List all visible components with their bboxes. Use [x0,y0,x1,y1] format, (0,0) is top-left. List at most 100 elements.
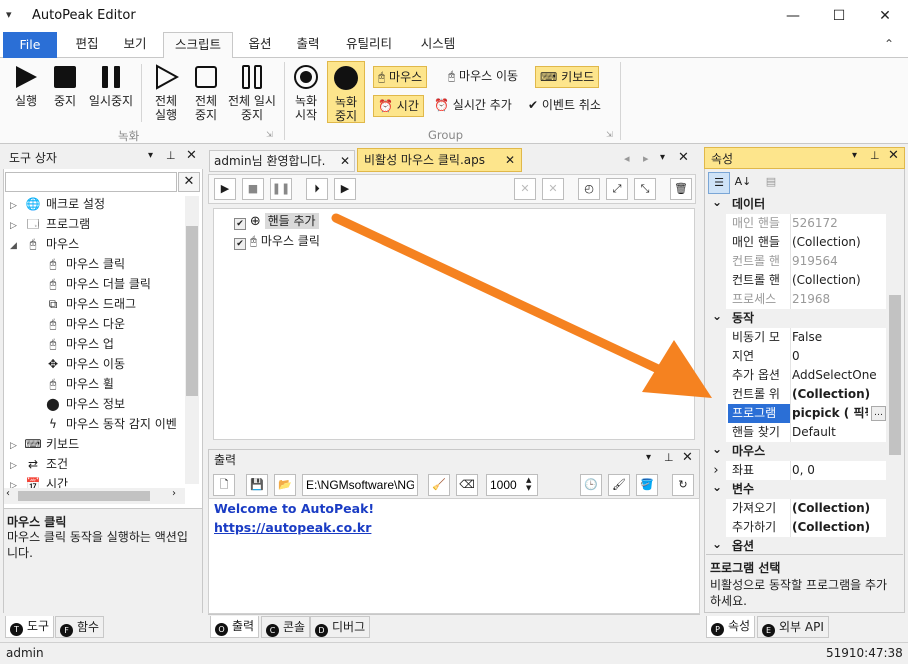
property-value[interactable]: 919564 [792,252,886,271]
editor-pause-icon[interactable]: ❚❚ [270,178,292,200]
run-button[interactable]: 실행 [8,64,44,108]
output-path-input[interactable] [302,474,418,496]
close-button[interactable]: ✕ [862,0,908,32]
toolbox-item[interactable]: 🖰 마우스 업 [44,334,114,354]
eraser-icon[interactable]: ⌫ [456,474,478,496]
property-value[interactable]: 0 [792,347,886,366]
trash-icon[interactable]: 🗑 [670,178,692,200]
categorized-icon[interactable]: ☰ [708,172,730,194]
property-value[interactable]: (Collection) [792,499,886,518]
category-collapse-icon[interactable]: ⌄ [712,195,722,212]
pin-icon[interactable]: ⊥ [166,149,176,162]
clear-search-icon[interactable]: ✕ [178,172,200,192]
property-row[interactable]: 컨트롤 위 (Collection) [706,385,886,404]
category-collapse-icon[interactable]: ⌄ [712,307,722,326]
doc-tab-close-icon[interactable]: ✕ [340,151,350,171]
save-icon[interactable]: 💾 [246,474,268,496]
toolbox-vscrollbar[interactable] [185,196,199,484]
editor-stop-icon[interactable]: ■ [242,178,264,200]
script-item-mouse-click[interactable]: ✔ 🖰 마우스 클릭 [234,232,320,251]
toolbox-item[interactable]: ▷ 📅 시간 [10,474,68,488]
toolbox-hscrollbar[interactable]: ‹ › [4,488,185,504]
group-launcher-icon[interactable]: ⇲ [266,130,273,139]
property-category[interactable]: ⌄ 변수 [706,480,886,499]
record-start-button[interactable]: 녹화 시작 [288,64,324,122]
tab-view[interactable]: 보기 [112,32,158,58]
toolbox-item[interactable]: ⬤ 마우스 정보 [44,394,125,414]
group-launcher-icon-2[interactable]: ⇲ [606,130,613,139]
collapse-arrow-icon[interactable]: ◢ [10,236,24,256]
maximize-button[interactable]: ☐ [816,0,862,32]
script-item-add-handle[interactable]: ✔ ⊕ 핸들 추가 [234,212,319,231]
toolbox-item[interactable]: ⧉ 마우스 드래그 [44,294,136,314]
pause-all-button[interactable]: 전체 일시중지 [226,64,278,122]
stop-button[interactable]: 중지 [48,64,82,108]
tab-debug[interactable]: D 디버그 [310,616,371,638]
expand-arrow-icon[interactable]: ▷ [10,196,24,216]
property-pages-icon[interactable]: ▤ [760,172,782,194]
toolbox-item[interactable]: 🖰 마우스 다운 [44,314,125,334]
checkbox-icon[interactable]: ✔ [234,238,246,250]
expand-arrow-icon[interactable]: ▷ [10,456,24,476]
clock-icon[interactable]: 🕒 [580,474,602,496]
keyboard-record-toggle[interactable]: ⌨ 키보드 [535,66,600,88]
properties-close-icon[interactable]: ✕ [888,148,899,163]
property-row[interactable]: 추가하기 (Collection) [706,518,886,537]
toolbox-item[interactable]: ▷ 🗔 프로그램 [10,214,90,234]
tab-scroll-right-icon[interactable]: ▸ [643,152,649,165]
system-menu-icon[interactable]: ▾ [6,8,18,21]
doc-tab-welcome[interactable]: admin님 환영합니다. ✕ [209,150,355,172]
toolbox-item[interactable]: 🖰 마우스 휠 [44,374,114,394]
doc-tab-active-close-icon[interactable]: ✕ [505,149,515,171]
toolbox-item[interactable]: ✥ 마우스 이동 [44,354,125,374]
toolbox-item[interactable]: ▷ ⌨ 키보드 [10,434,79,454]
collapse-ribbon-icon[interactable]: ⌃ [884,37,894,51]
tab-output[interactable]: 출력 [286,32,330,58]
property-row[interactable]: 추가 옵션 AddSelectOne [706,366,886,385]
properties-vscrollbar[interactable] [888,195,902,552]
property-row[interactable]: 컨트롤 핸 919564 [706,252,886,271]
tab-utility[interactable]: 유틸리티 [336,32,402,58]
stepper-arrows-icon[interactable]: ▲ ▼ [526,476,531,492]
property-row[interactable]: 매인 핸들 (Collection) [706,233,886,252]
editor-run-icon[interactable]: ▶ [214,178,236,200]
property-category[interactable]: ⌄ 데이터 [706,195,886,214]
run-all-button[interactable]: 전체 실행 [146,64,186,122]
time-record-toggle[interactable]: ⏰ 시간 [373,95,424,117]
tab-output-panel[interactable]: O 출력 [210,616,260,638]
tab-scroll-left-icon[interactable]: ◂ [624,152,630,165]
properties-pin-icon[interactable]: ⊥ [870,149,880,162]
mouse-record-toggle[interactable]: 🖰 마우스 [373,66,428,88]
stop-all-button[interactable]: 전체 중지 [186,64,226,122]
event-cancel-toggle[interactable]: ✔ 이벤트 취소 [524,95,605,117]
property-value[interactable]: Default [792,423,886,442]
property-value[interactable]: 526172 [792,214,886,233]
editor-step-icon[interactable]: ⏵ [306,178,328,200]
toolbox-item[interactable]: 🖰 마우스 더블 클릭 [44,274,151,294]
editor-close-icon[interactable]: ✕ [678,150,689,165]
toolbox-item[interactable]: ◢ 🖰 마우스 [10,234,79,254]
scroll-right-icon[interactable]: › [172,488,176,499]
expand-arrow-icon[interactable]: ▷ [10,216,24,236]
properties-scroll-thumb[interactable] [889,295,901,455]
output-pin-icon[interactable]: ⊥ [664,451,674,464]
editor-reset-icon[interactable]: ◴ [578,178,600,200]
properties-dropdown-icon[interactable]: ▾ [852,150,857,161]
tab-edit[interactable]: 편집 [64,32,110,58]
expand-icon[interactable]: ⤢ [606,178,628,200]
tab-properties[interactable]: P 속성 [706,616,756,638]
tab-file[interactable]: File [3,32,57,58]
editor-step-run-icon[interactable]: ▶ [334,178,356,200]
tab-console[interactable]: C 콘솔 [261,616,311,638]
panel-dropdown-icon[interactable]: ▾ [148,150,153,161]
property-value[interactable]: 0, 0 [792,461,886,480]
output-link[interactable]: https://autopeak.co.kr [214,520,371,535]
property-row[interactable]: 비동기 모 False [706,328,886,347]
output-dropdown-icon[interactable]: ▾ [646,452,651,463]
ellipsis-button[interactable]: … [871,406,886,421]
property-value[interactable]: (Collection) [792,233,886,252]
toolbox-search-input[interactable] [5,172,177,192]
property-row[interactable]: 프로그램 picpick ( 픽픽… [706,404,886,423]
property-row[interactable]: 매인 핸들 526172 [706,214,886,233]
scroll-thumb[interactable] [186,226,198,396]
